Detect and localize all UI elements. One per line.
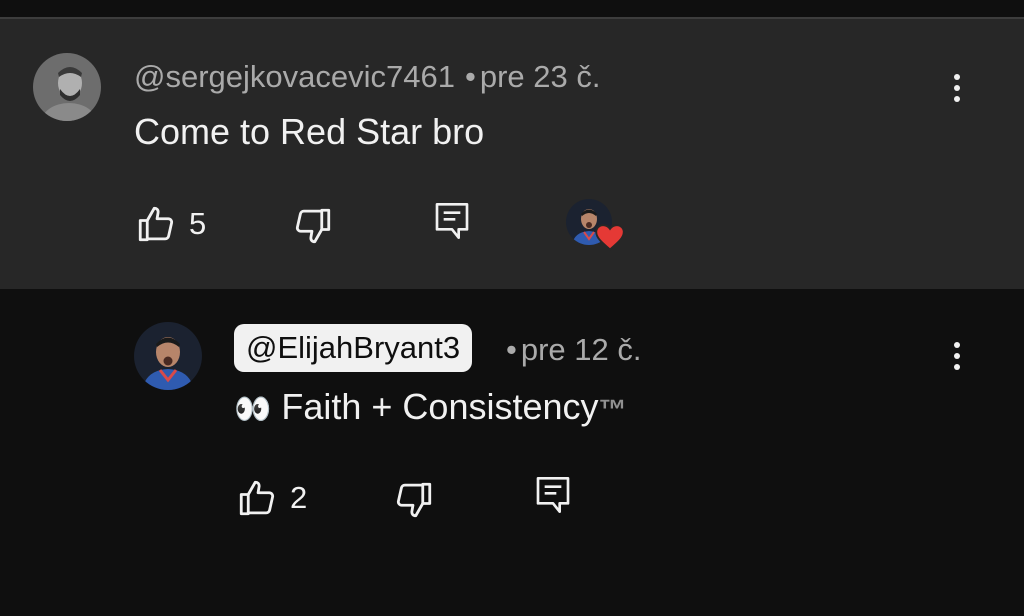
dislike-button[interactable] xyxy=(292,205,334,247)
creator-heart-icon xyxy=(595,224,625,251)
eyes-emoji: 👀 xyxy=(234,393,272,426)
reply-icon xyxy=(536,477,570,513)
reply-like-button[interactable]: 2 xyxy=(236,477,307,519)
meta-separator: • xyxy=(464,59,476,94)
like-count: 5 xyxy=(189,206,207,241)
comment-time[interactable]: pre 23 č. xyxy=(480,59,601,94)
meta-separator: • xyxy=(506,332,517,367)
thumbs-up-icon xyxy=(239,480,275,516)
reply-dislike-button[interactable] xyxy=(393,479,435,521)
reply-button[interactable] xyxy=(432,199,472,243)
comment-menu-button[interactable] xyxy=(947,68,967,108)
reply-avatar[interactable] xyxy=(134,322,202,390)
trademark-symbol: ™ xyxy=(598,394,627,425)
creator-heart[interactable] xyxy=(566,199,626,253)
commenter-avatar[interactable] xyxy=(33,53,101,121)
reply-menu-button[interactable] xyxy=(947,336,967,376)
reply-text-body: Faith + Consistency xyxy=(281,386,599,427)
top-bar xyxy=(0,0,1024,17)
comment-author[interactable]: @sergejkovacevic7461 xyxy=(134,59,455,94)
thumbs-down-icon xyxy=(396,482,432,518)
comment-meta: @sergejkovacevic7461 • pre 23 č. xyxy=(134,59,600,95)
reply-like-count: 2 xyxy=(290,480,308,515)
comment-text: Come to Red Star bro xyxy=(134,111,485,152)
reply-icon xyxy=(435,203,469,240)
like-button[interactable]: 5 xyxy=(135,203,206,245)
reply-text: 👀 Faith + Consistency™ xyxy=(234,386,627,431)
reply-reply-button[interactable] xyxy=(533,473,573,517)
reply-meta: • pre 12 č. xyxy=(496,332,641,368)
thumbs-down-icon xyxy=(295,208,331,244)
thumbs-up-icon xyxy=(138,206,174,242)
more-vert-icon xyxy=(954,342,960,348)
more-vert-icon xyxy=(954,74,960,80)
reply-time[interactable]: pre 12 č. xyxy=(521,332,642,367)
reply-author[interactable]: @ElijahBryant3 xyxy=(234,324,473,372)
